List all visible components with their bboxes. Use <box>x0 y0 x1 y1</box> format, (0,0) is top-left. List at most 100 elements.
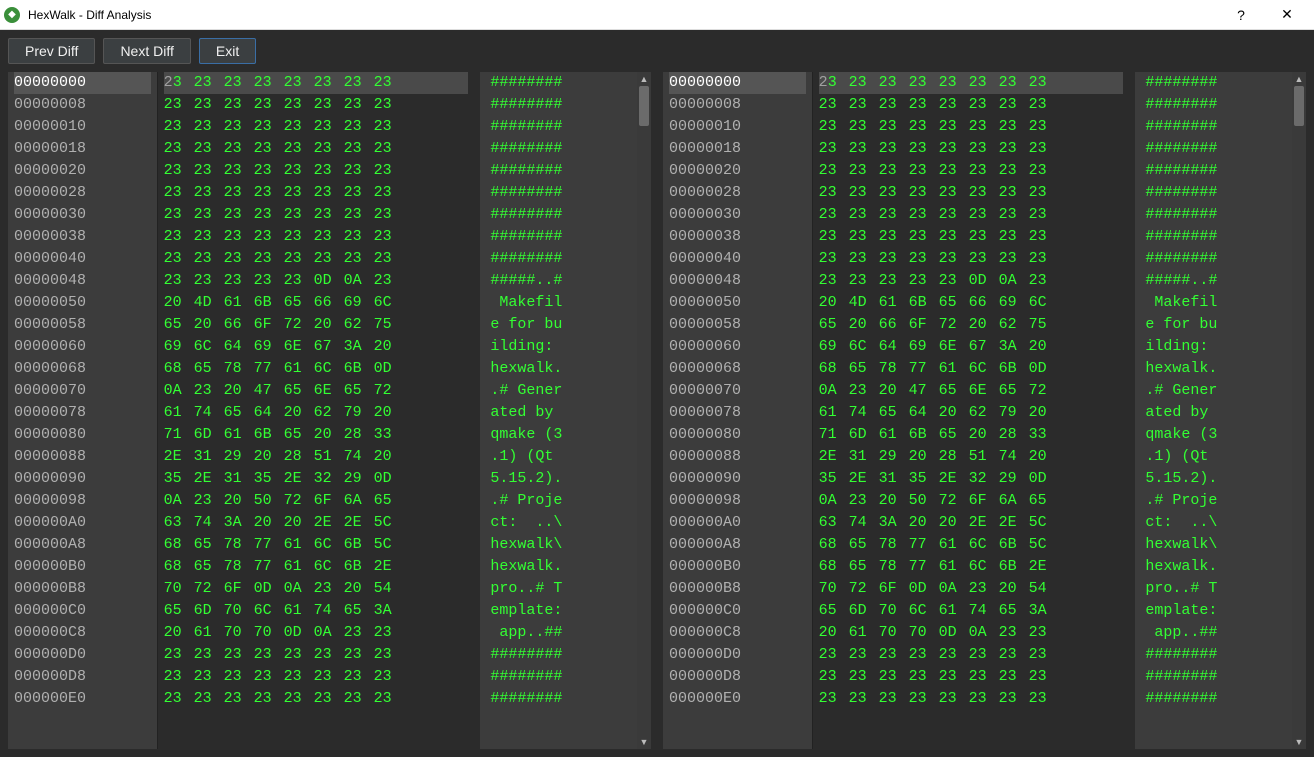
hex-byte[interactable]: 65 <box>284 424 314 446</box>
hex-byte[interactable]: 23 <box>879 688 909 710</box>
hex-byte[interactable]: 6C <box>909 600 939 622</box>
hex-byte[interactable]: 72 <box>284 314 314 336</box>
hex-byte[interactable]: 20 <box>819 292 849 314</box>
hex-byte[interactable]: 23 <box>969 226 999 248</box>
hex-byte[interactable]: 23 <box>194 204 224 226</box>
hex-byte[interactable]: 23 <box>284 226 314 248</box>
hex-byte[interactable]: 65 <box>879 402 909 424</box>
hex-row[interactable]: 206170700D0A2323 <box>164 622 469 644</box>
hex-byte[interactable]: 23 <box>909 182 939 204</box>
hex-byte[interactable]: 23 <box>909 72 939 94</box>
hex-byte[interactable]: 6B <box>254 424 284 446</box>
hex-byte[interactable]: 23 <box>314 116 344 138</box>
hex-byte[interactable]: 23 <box>194 270 224 292</box>
hex-row[interactable]: 204D616B6566696C <box>164 292 469 314</box>
hex-byte[interactable]: 23 <box>194 116 224 138</box>
hex-byte[interactable]: 20 <box>314 424 344 446</box>
hex-byte[interactable]: 6B <box>254 292 284 314</box>
hex-column[interactable]: 2323232323232323232323232323232323232323… <box>158 72 475 749</box>
hex-byte[interactable]: 32 <box>969 468 999 490</box>
hex-byte[interactable]: 23 <box>969 204 999 226</box>
hex-byte[interactable]: 61 <box>284 600 314 622</box>
hex-byte[interactable]: 23 <box>284 182 314 204</box>
hex-byte[interactable]: 51 <box>314 446 344 468</box>
hex-byte[interactable]: 29 <box>224 446 254 468</box>
hex-byte[interactable]: 23 <box>344 688 374 710</box>
hex-byte[interactable]: 2E <box>849 468 879 490</box>
hex-byte[interactable]: 61 <box>939 534 969 556</box>
hex-byte[interactable]: 23 <box>939 688 969 710</box>
hex-byte[interactable]: 69 <box>344 292 374 314</box>
hex-byte[interactable]: 23 <box>819 644 849 666</box>
hex-byte[interactable]: 0A <box>999 270 1029 292</box>
hex-byte[interactable]: 65 <box>849 534 879 556</box>
exit-button[interactable]: Exit <box>199 38 256 64</box>
hex-byte[interactable]: 29 <box>344 468 374 490</box>
hex-byte[interactable]: 28 <box>999 424 1029 446</box>
hex-row[interactable]: 2323232323232323 <box>164 226 469 248</box>
hex-byte[interactable]: 23 <box>284 204 314 226</box>
hex-byte[interactable]: 23 <box>849 72 879 94</box>
hex-byte[interactable]: 61 <box>879 424 909 446</box>
hex-byte[interactable]: 35 <box>164 468 194 490</box>
hex-byte[interactable]: 31 <box>194 446 224 468</box>
hex-byte[interactable]: 23 <box>819 116 849 138</box>
hex-row[interactable]: 6520666F72206275 <box>164 314 469 336</box>
hex-byte[interactable]: 23 <box>254 116 284 138</box>
hex-row[interactable]: 2323232323232323 <box>819 72 1124 94</box>
hex-byte[interactable]: 23 <box>1029 138 1059 160</box>
hex-byte[interactable]: 23 <box>1029 248 1059 270</box>
hex-byte[interactable]: 23 <box>344 248 374 270</box>
hex-byte[interactable]: 23 <box>1029 644 1059 666</box>
hex-byte[interactable]: 23 <box>819 182 849 204</box>
hex-byte[interactable]: 23 <box>254 160 284 182</box>
hex-byte[interactable]: 20 <box>819 622 849 644</box>
hex-byte[interactable]: 23 <box>314 138 344 160</box>
hex-row[interactable]: 2323232323232323 <box>164 116 469 138</box>
hex-byte[interactable]: 23 <box>314 94 344 116</box>
hex-byte[interactable]: 23 <box>969 182 999 204</box>
hex-byte[interactable]: 23 <box>314 204 344 226</box>
hex-byte[interactable]: 23 <box>999 160 1029 182</box>
hex-byte[interactable]: 65 <box>164 600 194 622</box>
hex-byte[interactable]: 23 <box>969 160 999 182</box>
hex-byte[interactable]: 23 <box>344 204 374 226</box>
hex-byte[interactable]: 20 <box>254 446 284 468</box>
scroll-down-icon[interactable]: ▼ <box>1292 735 1306 749</box>
hex-byte[interactable]: 66 <box>879 314 909 336</box>
hex-row[interactable]: 352E31352E32290D <box>819 468 1124 490</box>
close-button[interactable]: ✕ <box>1264 0 1310 30</box>
hex-byte[interactable]: 23 <box>849 182 879 204</box>
hex-byte[interactable]: 23 <box>969 116 999 138</box>
hex-byte[interactable]: 23 <box>999 72 1029 94</box>
hex-byte[interactable]: 72 <box>1029 380 1059 402</box>
hex-byte[interactable]: 6B <box>344 358 374 380</box>
hex-byte[interactable]: 23 <box>1029 688 1059 710</box>
hex-byte[interactable]: 68 <box>164 556 194 578</box>
hex-byte[interactable]: 65 <box>819 314 849 336</box>
hex-byte[interactable]: 23 <box>224 270 254 292</box>
hex-byte[interactable]: 23 <box>314 160 344 182</box>
hex-byte[interactable]: 4D <box>849 292 879 314</box>
hex-byte[interactable]: 66 <box>224 314 254 336</box>
hex-byte[interactable]: 23 <box>879 204 909 226</box>
hex-byte[interactable]: 20 <box>314 314 344 336</box>
hex-byte[interactable]: 23 <box>849 204 879 226</box>
hex-byte[interactable]: 23 <box>939 182 969 204</box>
hex-row[interactable]: 2323232323232323 <box>819 688 1124 710</box>
hex-byte[interactable]: 5C <box>374 534 404 556</box>
hex-byte[interactable]: 50 <box>909 490 939 512</box>
hex-byte[interactable]: 23 <box>344 116 374 138</box>
hex-byte[interactable]: 69 <box>819 336 849 358</box>
hex-byte[interactable]: 23 <box>284 270 314 292</box>
hex-byte[interactable]: 71 <box>819 424 849 446</box>
hex-byte[interactable]: 0A <box>284 578 314 600</box>
hex-byte[interactable]: 70 <box>224 622 254 644</box>
hex-byte[interactable]: 54 <box>374 578 404 600</box>
hex-byte[interactable]: 69 <box>999 292 1029 314</box>
hex-byte[interactable]: 23 <box>999 226 1029 248</box>
hex-byte[interactable]: 23 <box>224 94 254 116</box>
hex-byte[interactable]: 23 <box>374 622 404 644</box>
hex-byte[interactable]: 77 <box>909 358 939 380</box>
hex-byte[interactable]: 23 <box>819 248 849 270</box>
